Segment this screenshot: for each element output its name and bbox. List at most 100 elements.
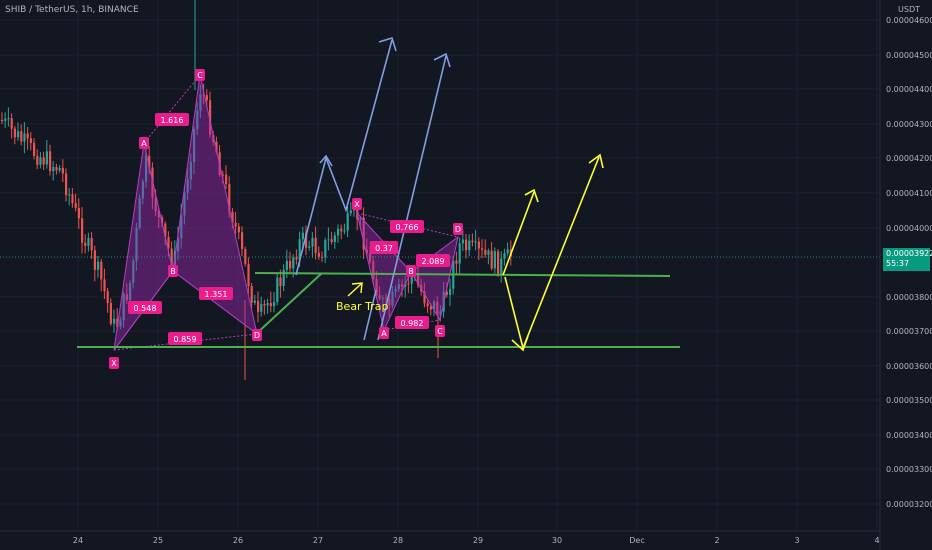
bear-trap-label: Bear Trap (336, 300, 388, 313)
candle-body (346, 213, 349, 231)
candle-body (10, 118, 13, 129)
projection-arrowhead-blue-3 (433, 52, 451, 68)
candle-body (449, 288, 452, 295)
candle-body (87, 238, 90, 246)
pattern-2-bcd-triangle (410, 235, 459, 322)
price-tick-label: 0.00003400 (886, 431, 932, 440)
projection-arrowhead-blue-1 (378, 37, 397, 52)
candle-body (490, 250, 493, 269)
candle-body (407, 283, 410, 285)
candle-body (327, 239, 330, 241)
candle-body (465, 239, 468, 251)
candle-body (234, 222, 237, 227)
candle-body (292, 257, 295, 269)
candle-body (266, 303, 269, 306)
pattern-point-label: A (141, 139, 147, 148)
time-tick-label: 24 (73, 536, 83, 545)
last-price-tag: 0.00003922 55:37 (883, 248, 932, 271)
price-tick-label: 0.00004200 (886, 154, 932, 163)
rising-trendline[interactable] (255, 272, 323, 335)
candle-body (484, 249, 487, 255)
price-tick-label: 0.00004500 (886, 51, 932, 60)
candle-body (39, 157, 42, 165)
price-tick-label: 0.00004300 (886, 120, 932, 129)
pattern-1-xab-triangle (113, 142, 174, 351)
price-tick-label: 0.00003200 (886, 500, 932, 509)
candle-body (84, 242, 87, 246)
candle-body (7, 118, 10, 120)
candle-body (471, 240, 474, 243)
pattern-point-label: A (381, 329, 387, 338)
candle-body (97, 261, 100, 270)
price-tick-label: 0.00003700 (886, 327, 932, 336)
candle-body (285, 260, 288, 270)
candle-body (308, 246, 311, 248)
projection-path-yellow-2[interactable] (504, 156, 600, 351)
support-line-upper[interactable] (254, 272, 671, 277)
candle-body (500, 258, 503, 275)
pattern-point-label: C (197, 71, 203, 80)
candle-body (263, 304, 266, 306)
bar-countdown: 55:37 (886, 259, 910, 268)
pattern-point-label: B (170, 267, 176, 276)
pattern-point-label: D (455, 225, 461, 234)
candle-body (55, 167, 58, 171)
projection-path-yellow-1[interactable] (502, 191, 535, 276)
candle-body (49, 151, 52, 172)
candle-body (103, 279, 106, 292)
price-tick-label: 0.00003500 (886, 396, 932, 405)
price-tick-label: 0.00003800 (886, 293, 932, 302)
currency-label: USDT (898, 5, 920, 14)
candle-body (273, 301, 276, 307)
candle-body (52, 167, 55, 172)
price-axis[interactable]: 0.00004600 0.00004500 0.00004400 0.00004300… (879, 0, 932, 550)
candle-body (295, 257, 298, 260)
candle-body (241, 232, 244, 250)
price-chart[interactable]: Bear Trap X A B C D X A B C D 1.616 0.548 1.351 0.85… (0, 0, 932, 550)
candle-body (247, 263, 250, 287)
candle-body (506, 249, 509, 254)
candle-body (474, 241, 477, 243)
candle-body (458, 243, 461, 264)
candle-body (289, 260, 292, 269)
candle-body (36, 155, 39, 165)
candle-body (74, 203, 77, 209)
ratio-label: 0.982 (401, 319, 424, 328)
time-tick-label: Dec (629, 536, 644, 545)
candle-body (20, 131, 23, 142)
candle-body (317, 252, 320, 257)
candle-body (250, 286, 253, 303)
candle-body (45, 151, 48, 165)
candle-body (337, 228, 340, 236)
time-tick-label: 27 (313, 536, 323, 545)
ratio-label: 2.089 (422, 257, 445, 266)
candle-body (109, 302, 112, 324)
ratio-label: 0.548 (134, 304, 157, 313)
ratio-label: 0.766 (396, 223, 419, 232)
candle-body (23, 133, 26, 142)
candle-body (455, 260, 458, 264)
candle-body (497, 251, 500, 275)
candle-body (503, 253, 506, 259)
candle-body (260, 304, 263, 312)
candle-body (279, 277, 282, 286)
candle-body (77, 208, 80, 219)
candle-body (269, 303, 272, 307)
pattern-point-label: X (111, 359, 117, 368)
time-tick-label: 25 (153, 536, 163, 545)
time-axis[interactable]: 24 25 26 27 28 29 30 Dec 2 3 4 (0, 530, 880, 545)
ratio-label: 0.859 (174, 335, 197, 344)
ratio-label: 1.616 (161, 116, 184, 125)
candle-body (61, 167, 64, 174)
candle-body (301, 232, 304, 240)
bear-trap-arrow (347, 283, 362, 297)
candle-body (237, 226, 240, 233)
candle-body (481, 248, 484, 250)
candle-body (65, 173, 68, 196)
symbol-title[interactable]: SHIB / TetherUS, 1h, BINANCE (5, 5, 139, 15)
time-tick-label: 2 (714, 536, 719, 545)
pattern-point-label: D (254, 331, 260, 340)
candle-body (276, 277, 279, 302)
candle-body (311, 237, 314, 247)
candle-body (106, 291, 109, 303)
